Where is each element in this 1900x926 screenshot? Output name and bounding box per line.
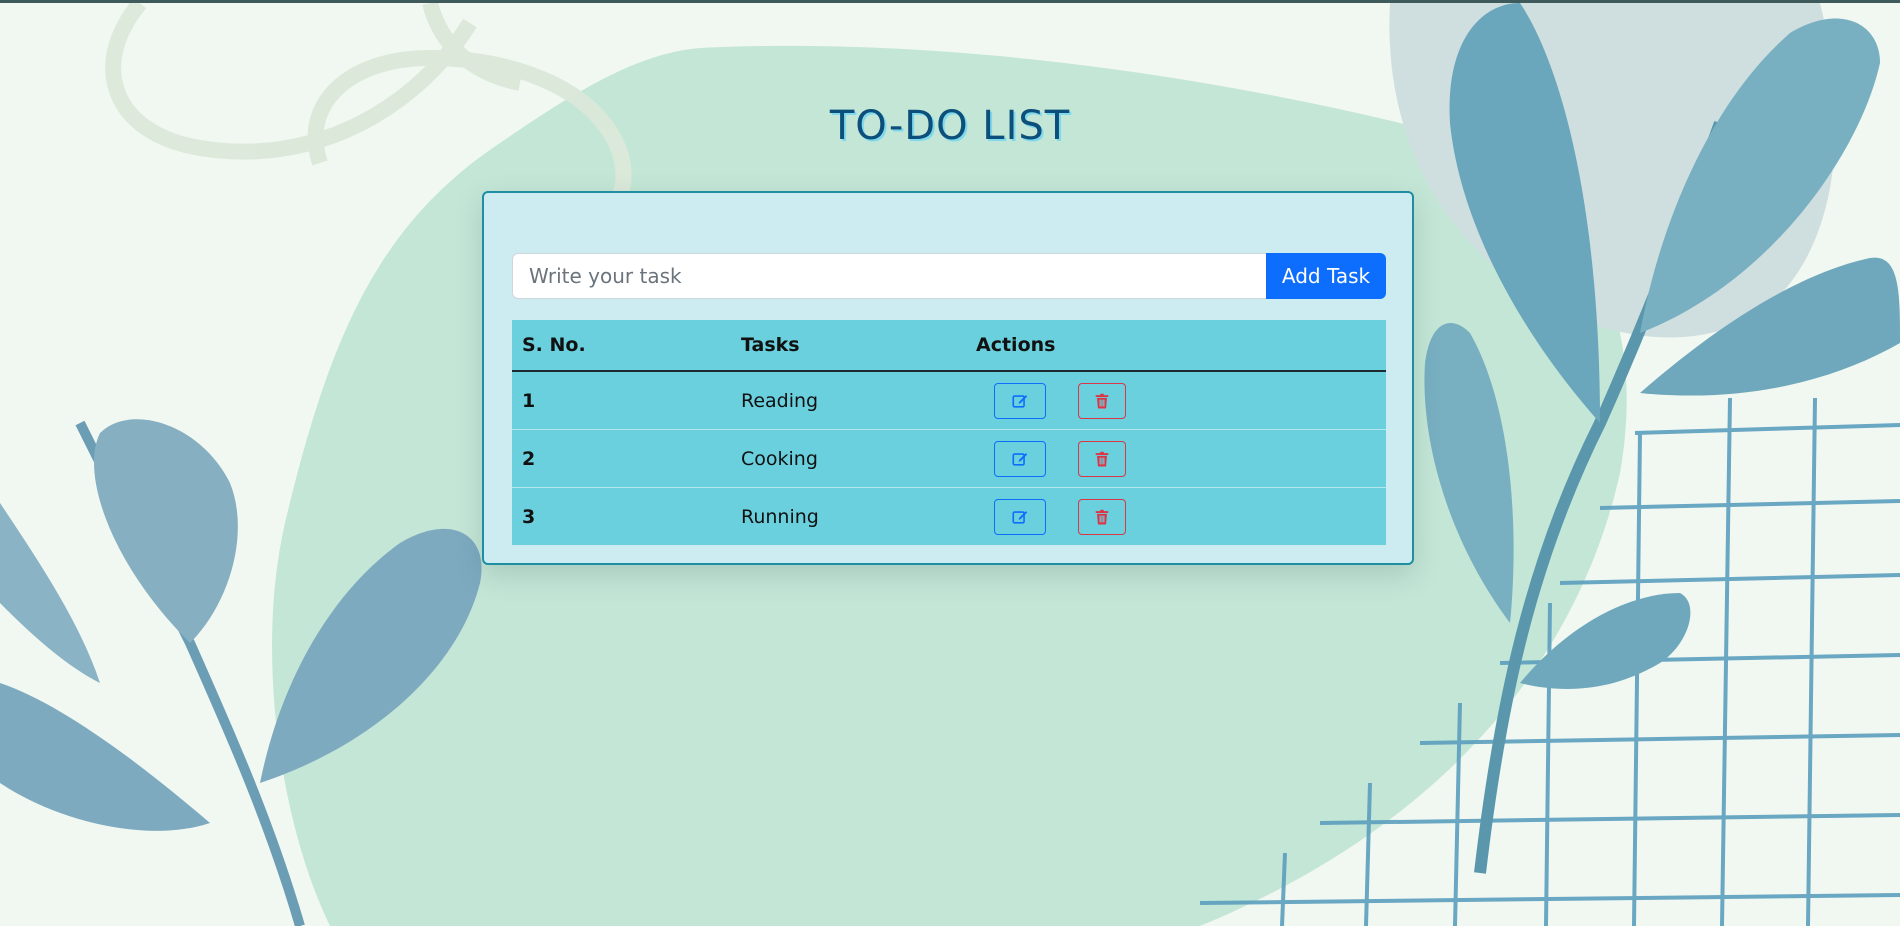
header-actions: Actions bbox=[966, 320, 1386, 372]
edit-icon bbox=[1012, 510, 1028, 524]
row-task: Cooking bbox=[731, 429, 966, 488]
todo-card: Add Task S. No. Tasks Actions 1 Reading bbox=[482, 191, 1414, 565]
page-title: TO-DO LIST bbox=[829, 103, 1071, 149]
row-task: Running bbox=[731, 487, 966, 545]
add-task-button[interactable]: Add Task bbox=[1266, 253, 1386, 299]
edit-icon bbox=[1012, 452, 1028, 466]
row-actions bbox=[966, 487, 1386, 545]
table-row: 3 Running bbox=[512, 487, 1386, 545]
edit-button[interactable] bbox=[994, 498, 1046, 535]
task-table: S. No. Tasks Actions 1 Reading 2 Cooking… bbox=[512, 320, 1386, 545]
header-tasks: Tasks bbox=[731, 320, 966, 372]
row-sno: 2 bbox=[512, 429, 731, 488]
row-actions bbox=[966, 429, 1386, 488]
edit-button[interactable] bbox=[994, 382, 1046, 419]
row-sno: 1 bbox=[522, 389, 536, 412]
edit-icon bbox=[1012, 394, 1028, 408]
delete-button[interactable] bbox=[1078, 498, 1127, 535]
row-task: Reading bbox=[741, 389, 819, 412]
add-task-form: Add Task bbox=[512, 253, 1386, 299]
row-sno: 3 bbox=[512, 487, 731, 545]
row-actions bbox=[966, 371, 1386, 430]
table-row: 1 Reading bbox=[512, 371, 1386, 430]
task-input[interactable] bbox=[512, 253, 1266, 299]
trash-icon bbox=[1095, 451, 1109, 467]
table-row: 2 Cooking bbox=[512, 429, 1386, 488]
edit-button[interactable] bbox=[994, 440, 1046, 477]
delete-button[interactable] bbox=[1078, 440, 1127, 477]
delete-button[interactable] bbox=[1078, 382, 1127, 419]
table-header-row: S. No. Tasks Actions bbox=[512, 320, 1386, 372]
trash-icon bbox=[1095, 393, 1109, 409]
header-sno: S. No. bbox=[512, 320, 731, 372]
trash-icon bbox=[1095, 509, 1109, 525]
